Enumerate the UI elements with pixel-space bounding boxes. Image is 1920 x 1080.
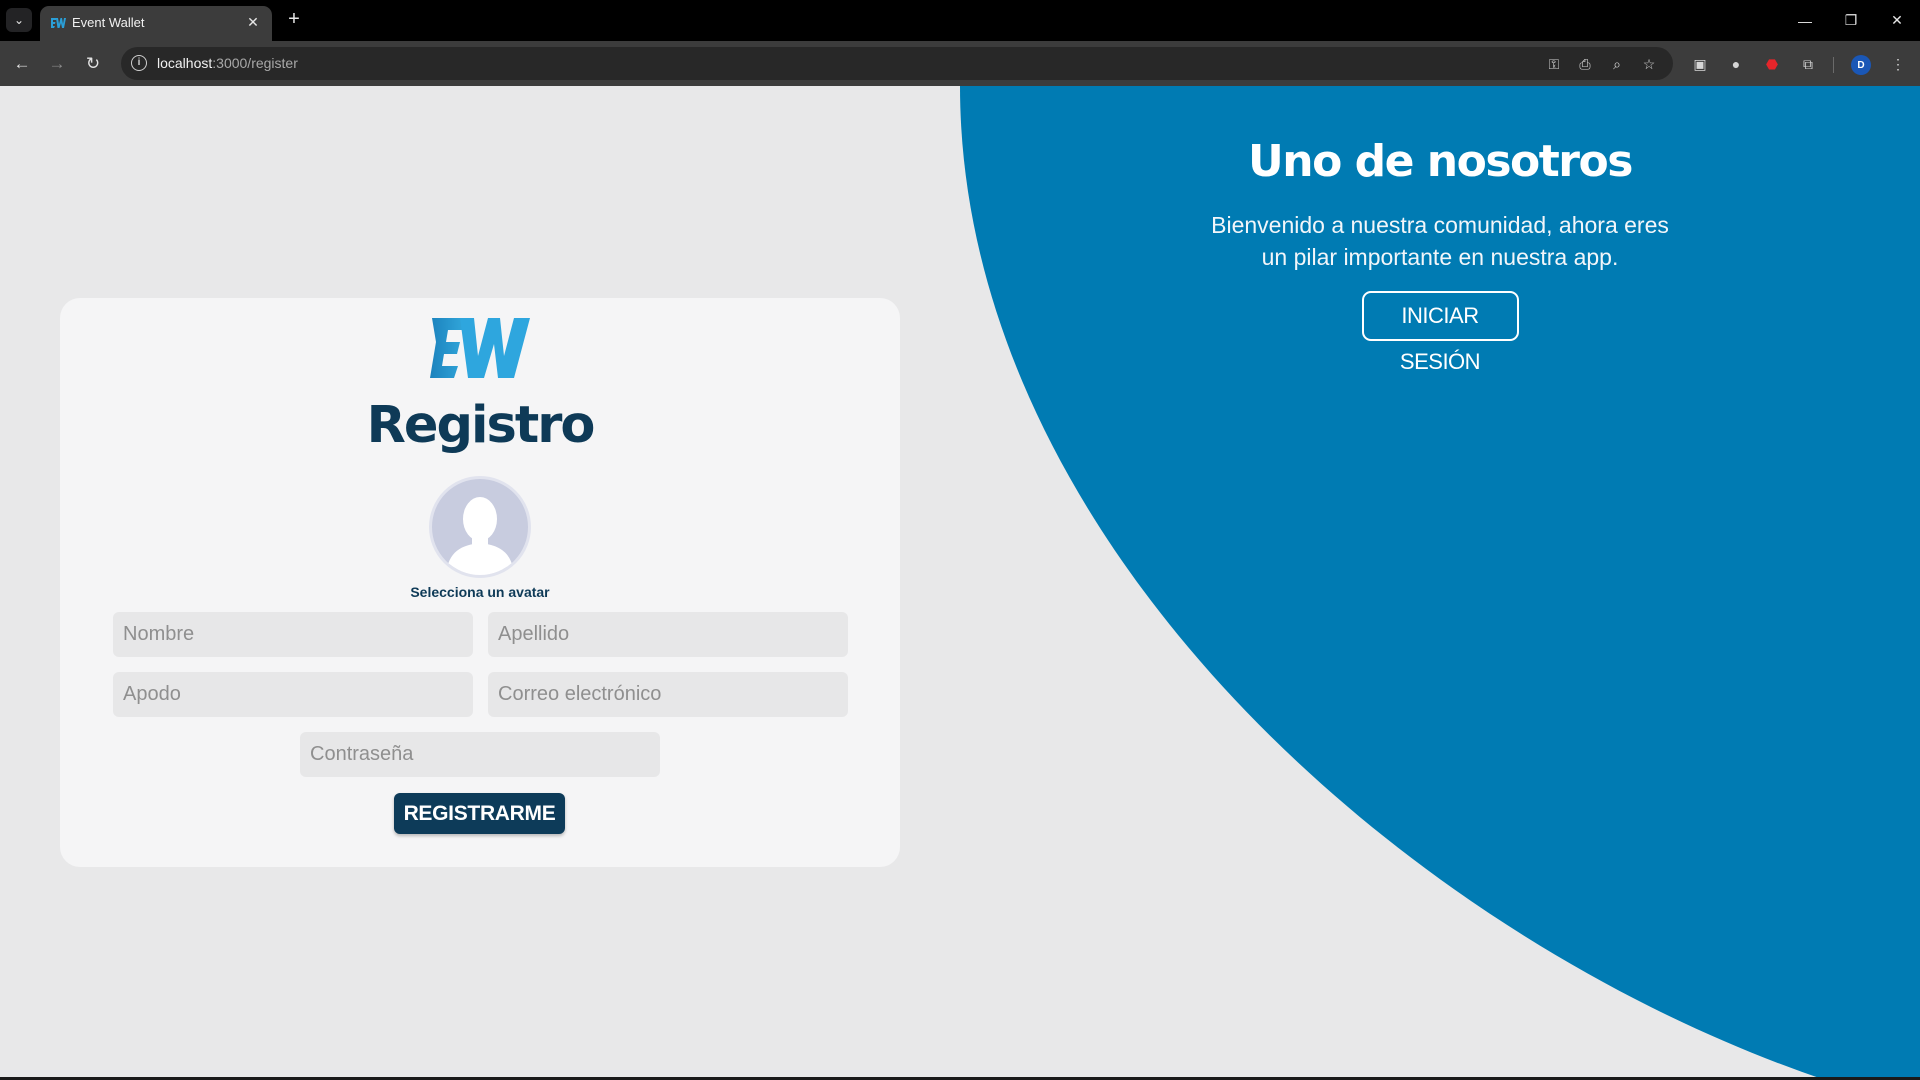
reload-icon[interactable]: ↻ xyxy=(79,50,107,78)
restore-icon[interactable]: ❐ xyxy=(1828,0,1874,41)
back-arrow-icon[interactable]: ← xyxy=(8,50,36,78)
tab-search-button[interactable]: ⌄ xyxy=(6,8,32,32)
notion-extension-icon[interactable]: ▣ xyxy=(1688,52,1712,76)
chevron-down-icon: ⌄ xyxy=(13,13,25,27)
browser-toolbar: ← → ↻ i localhost:3000/register ⚿ ⎙ ⌕ ☆ … xyxy=(0,41,1920,86)
puzzle-icon[interactable]: ⧉ xyxy=(1796,52,1820,76)
minimize-icon[interactable]: — xyxy=(1782,0,1828,41)
toolbar-divider xyxy=(1833,57,1834,73)
event-wallet-logo xyxy=(430,318,530,378)
key-icon[interactable]: ⚿ xyxy=(1543,53,1565,75)
profile-avatar[interactable]: D xyxy=(1851,55,1871,75)
tab-title: Event Wallet xyxy=(72,15,145,30)
avatar-picker[interactable] xyxy=(429,476,531,578)
register-button[interactable]: REGISTRARME xyxy=(394,793,565,834)
email-input[interactable] xyxy=(488,672,848,717)
register-card: Registro Selecciona un avatar REGISTRARM… xyxy=(60,298,900,867)
browser-tab-bar: ⌄ Event Wallet ✕ + — ❐ ✕ xyxy=(0,0,1920,41)
nombre-input[interactable] xyxy=(113,612,473,657)
extension-icon[interactable]: ● xyxy=(1724,52,1748,76)
zoom-icon[interactable]: ⌕ xyxy=(1606,53,1628,75)
adblock-extension-icon[interactable]: ⬣ xyxy=(1760,52,1784,76)
apellido-input[interactable] xyxy=(488,612,848,657)
welcome-panel: Uno de nosotros Bienvenido a nuestra com… xyxy=(1160,136,1720,374)
close-icon[interactable]: ✕ xyxy=(244,13,262,31)
star-icon[interactable]: ☆ xyxy=(1638,53,1660,75)
avatar-label: Selecciona un avatar xyxy=(410,584,550,600)
install-app-icon[interactable]: ⎙ xyxy=(1574,53,1596,75)
forward-arrow-icon[interactable]: → xyxy=(43,50,71,78)
user-silhouette-icon xyxy=(446,497,514,575)
login-button[interactable]: INICIAR SESIÓN xyxy=(1361,291,1519,374)
window-controls: — ❐ ✕ xyxy=(1782,0,1920,41)
window-close-icon[interactable]: ✕ xyxy=(1874,0,1920,41)
plus-icon[interactable]: + xyxy=(282,8,306,32)
info-icon[interactable]: i xyxy=(131,55,147,71)
event-wallet-favicon-icon xyxy=(51,18,66,28)
kebab-menu-icon[interactable]: ⋮ xyxy=(1886,52,1910,76)
url-text[interactable]: localhost:3000/register xyxy=(157,55,298,71)
page-viewport: Uno de nosotros Bienvenido a nuestra com… xyxy=(0,86,1920,1080)
welcome-title: Uno de nosotros xyxy=(1248,136,1633,187)
tab-event-wallet[interactable]: Event Wallet ✕ xyxy=(40,6,272,41)
apodo-input[interactable] xyxy=(113,672,473,717)
welcome-text: Bienvenido a nuestra comunidad, ahora er… xyxy=(1211,212,1669,270)
address-bar[interactable]: i localhost:3000/register ⚿ ⎙ ⌕ ☆ xyxy=(121,47,1673,80)
page-title: Registro xyxy=(366,396,596,455)
password-input[interactable] xyxy=(300,732,660,777)
